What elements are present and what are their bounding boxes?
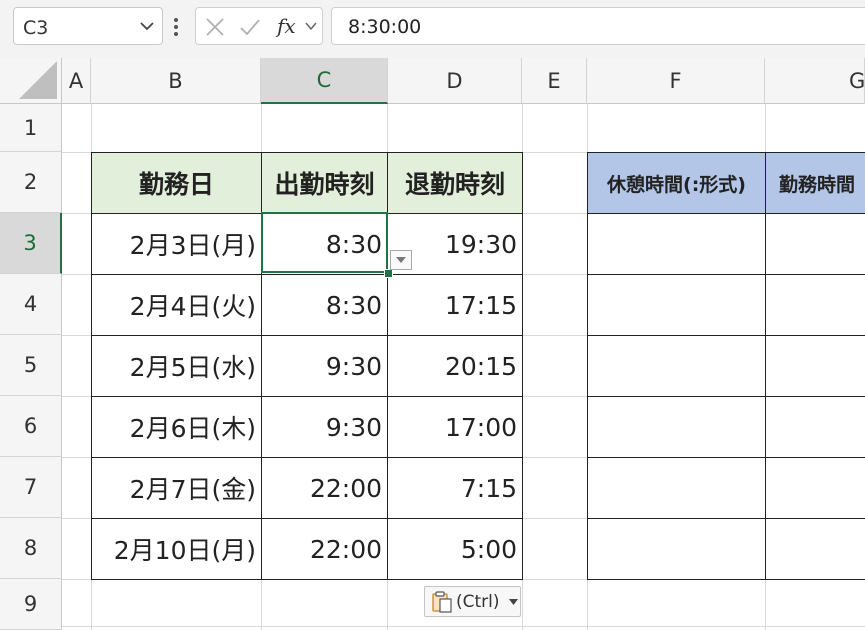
column-header-c[interactable]: C [261, 58, 388, 104]
row-header-9[interactable]: 9 [0, 579, 62, 630]
table-cell[interactable] [765, 274, 865, 336]
table-cell[interactable]: 8:30 [261, 213, 388, 275]
select-all-icon [19, 61, 57, 99]
table-cell[interactable]: 9:30 [261, 396, 388, 458]
more-options-icon[interactable] [172, 14, 180, 40]
table-cell[interactable]: 17:15 [387, 274, 523, 336]
table-cell[interactable]: 2月5日(水) [91, 335, 262, 397]
table-cell[interactable] [765, 518, 865, 580]
formula-input[interactable]: 8:30:00 [331, 7, 865, 45]
chevron-down-icon [396, 257, 406, 263]
header-cell-clock-in[interactable]: 出勤時刻 [261, 152, 388, 214]
autofill-options-button[interactable] [390, 250, 412, 270]
table-cell[interactable] [587, 274, 766, 336]
formula-controls: fx [195, 7, 323, 45]
header-cell-break-time[interactable]: 休憩時間(:形式) [587, 152, 766, 214]
insert-function-button[interactable]: fx [277, 14, 296, 38]
row-header-7[interactable]: 7 [0, 457, 62, 518]
table-cell[interactable] [765, 213, 865, 275]
fill-handle[interactable] [384, 269, 393, 278]
row-header-8[interactable]: 8 [0, 518, 62, 579]
table-cell[interactable]: 2月7日(金) [91, 457, 262, 519]
chevron-down-icon[interactable] [304, 19, 318, 33]
table-cell[interactable]: 2月6日(木) [91, 396, 262, 458]
clipboard-icon [432, 591, 452, 613]
table-cell[interactable]: 9:30 [261, 335, 388, 397]
spreadsheet-grid[interactable]: A B C D E F G 1 2 3 4 5 6 7 8 9 勤務日 出勤時刻… [0, 58, 865, 630]
table-cell[interactable]: 8:30 [261, 274, 388, 336]
table-cell[interactable]: 17:00 [387, 396, 523, 458]
column-header-f[interactable]: F [587, 58, 765, 104]
table-cell[interactable] [587, 518, 766, 580]
row-header-5[interactable]: 5 [0, 335, 62, 396]
header-cell-work-time[interactable]: 勤務時間 [765, 152, 865, 214]
header-cell-workday[interactable]: 勤務日 [91, 152, 262, 214]
row-header-6[interactable]: 6 [0, 396, 62, 457]
row-header-1[interactable]: 1 [0, 104, 62, 152]
table-cell[interactable] [587, 457, 766, 519]
column-header-a[interactable]: A [62, 58, 91, 104]
formula-bar-area: C3 fx 8:30:00 [0, 0, 865, 59]
formula-value: 8:30:00 [348, 16, 422, 38]
row-header-3[interactable]: 3 [0, 213, 62, 274]
table-cell[interactable]: 2月3日(月) [91, 213, 262, 275]
table-cell[interactable] [587, 335, 766, 397]
x-icon[interactable] [204, 16, 226, 38]
table-cell[interactable] [765, 396, 865, 458]
name-box[interactable]: C3 [13, 7, 163, 45]
table-cell[interactable]: 2月4日(火) [91, 274, 262, 336]
table-cell[interactable] [587, 213, 766, 275]
table-cell[interactable] [765, 335, 865, 397]
chevron-down-icon [509, 599, 518, 605]
column-header-b[interactable]: B [91, 58, 261, 104]
name-box-value: C3 [23, 17, 49, 39]
table-cell[interactable]: 22:00 [261, 457, 388, 519]
table-cell[interactable]: 5:00 [387, 518, 523, 580]
table-cell[interactable] [587, 396, 766, 458]
table-cell[interactable] [765, 457, 865, 519]
column-header-d[interactable]: D [388, 58, 522, 104]
paste-options-button[interactable]: (Ctrl) [424, 586, 521, 617]
table-cell[interactable]: 7:15 [387, 457, 523, 519]
column-header-e[interactable]: E [522, 58, 587, 104]
select-all-button[interactable] [0, 58, 62, 104]
header-cell-clock-out[interactable]: 退勤時刻 [387, 152, 523, 214]
table-cell[interactable]: 20:15 [387, 335, 523, 397]
gridline [0, 626, 865, 627]
chevron-down-icon[interactable] [138, 17, 156, 35]
check-icon[interactable] [239, 16, 261, 38]
column-header-g[interactable]: G [765, 58, 865, 104]
row-header-4[interactable]: 4 [0, 274, 62, 335]
row-header-2[interactable]: 2 [0, 152, 62, 213]
table-cell[interactable]: 2月10日(月) [91, 518, 262, 580]
table-cell[interactable]: 22:00 [261, 518, 388, 580]
paste-options-label: (Ctrl) [456, 592, 500, 612]
